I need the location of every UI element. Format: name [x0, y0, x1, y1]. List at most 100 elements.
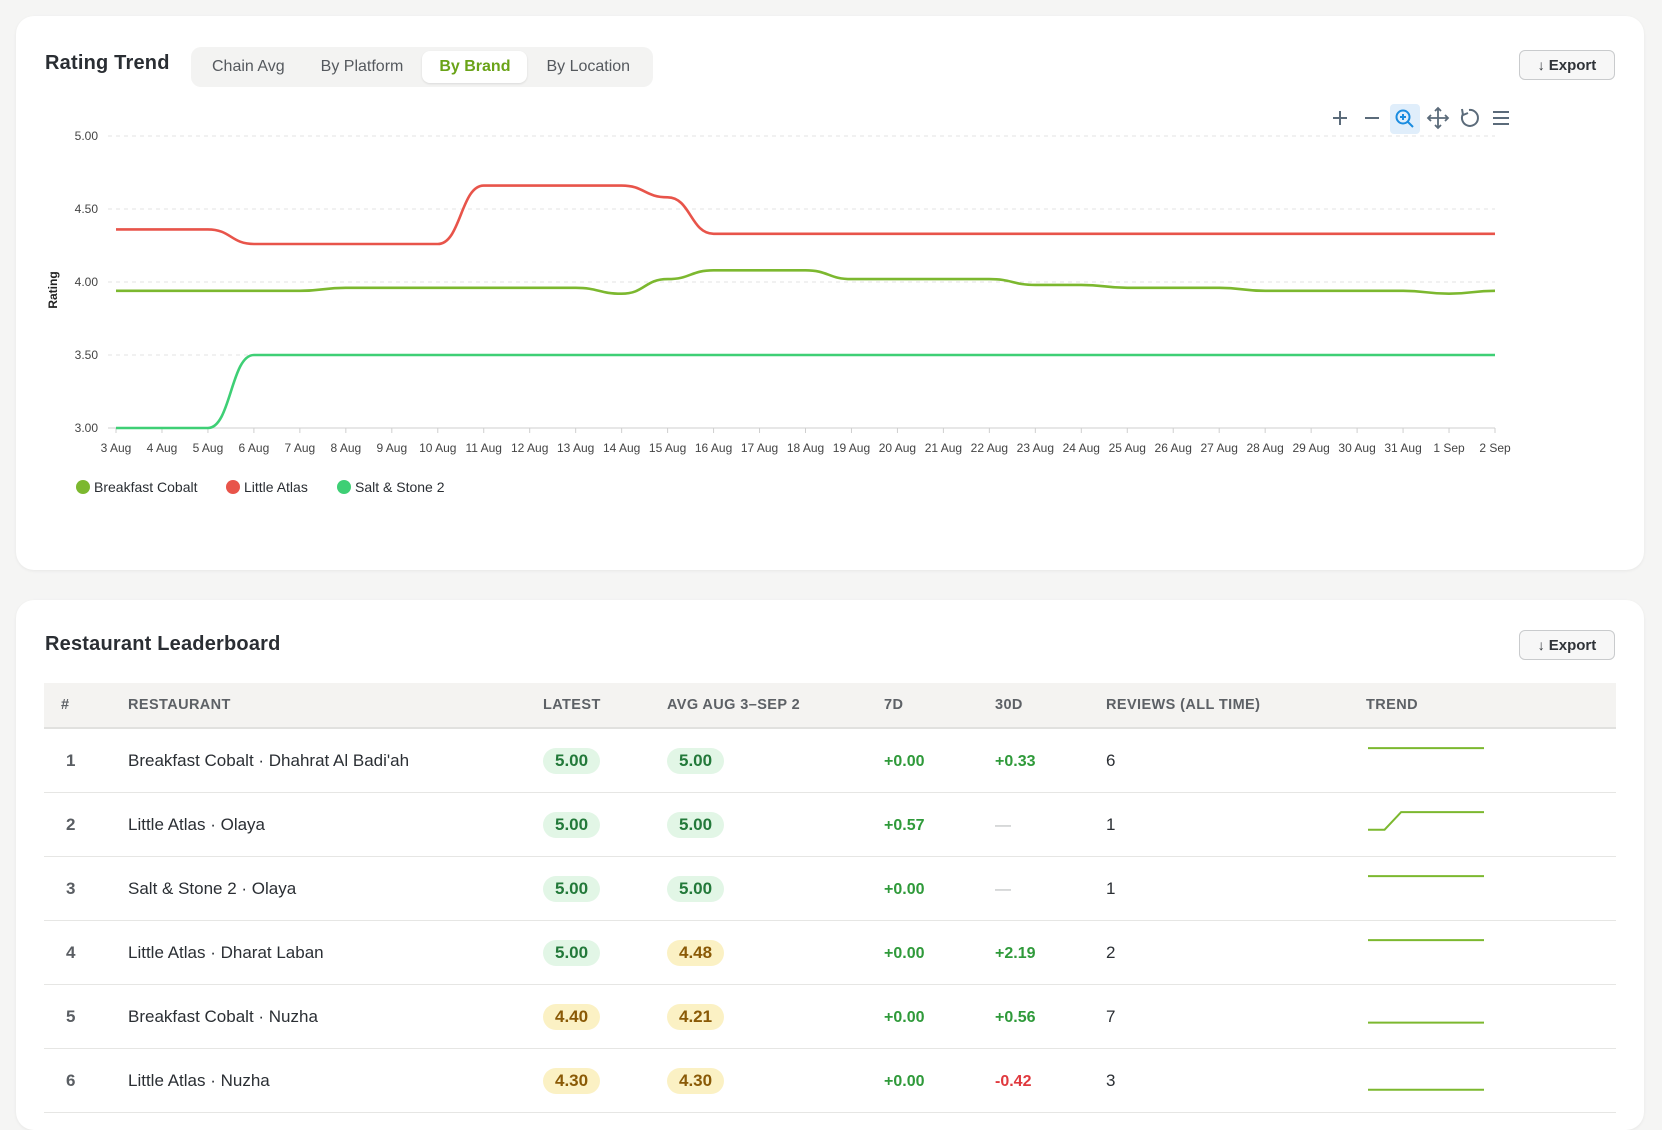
- delta-30d-cell: —: [995, 856, 1106, 921]
- x-tick-label: 3 Aug: [101, 441, 132, 455]
- latest-cell: 5.00: [543, 792, 667, 857]
- x-tick-label: 24 Aug: [1063, 441, 1100, 455]
- trend-cell: [1366, 856, 1616, 921]
- avg-cell: 5.00: [667, 856, 884, 921]
- col-7d[interactable]: 7D: [884, 683, 995, 729]
- legend-item[interactable]: Little Atlas: [226, 479, 308, 495]
- y-tick-label: 5.00: [75, 129, 99, 143]
- col-rank[interactable]: #: [44, 683, 128, 729]
- menu-icon[interactable]: [1488, 104, 1516, 132]
- series-line-2[interactable]: [116, 353, 1495, 430]
- legend-item[interactable]: Salt & Stone 2: [337, 479, 445, 495]
- restaurant-name[interactable]: Breakfast Cobalt · Nuzha: [128, 984, 543, 1049]
- restaurant-name[interactable]: Little Atlas · Olaya: [128, 792, 543, 857]
- zoom-in-icon[interactable]: [1326, 104, 1354, 132]
- x-tick-label: 28 Aug: [1246, 441, 1283, 455]
- table-row[interactable]: 3 Salt & Stone 2 · Olaya 5.00 5.00 +0.00—1: [44, 856, 1616, 921]
- leaderboard-export-button[interactable]: ↓ Export: [1519, 630, 1615, 660]
- restaurant-name[interactable]: Little Atlas · Dharat Laban: [128, 920, 543, 985]
- x-tick-label: 18 Aug: [787, 441, 824, 455]
- x-tick-label: 1 Sep: [1433, 441, 1465, 455]
- delta-7d-cell: +0.00: [884, 728, 995, 793]
- latest-rating-badge: 5.00: [543, 939, 601, 966]
- x-tick-label: 10 Aug: [419, 441, 456, 455]
- reviews-count: 6: [1106, 728, 1366, 793]
- restaurant-name[interactable]: Breakfast Cobalt · Dhahrat Al Badi'ah: [128, 728, 543, 793]
- avg-rating-badge: 5.00: [667, 747, 725, 774]
- restaurant-name[interactable]: Little Atlas · Nuzha: [128, 1048, 543, 1113]
- trend-cell: [1366, 728, 1616, 793]
- avg-cell: 4.21: [667, 984, 884, 1049]
- x-tick-label: 26 Aug: [1155, 441, 1192, 455]
- latest-cell: 4.30: [543, 1048, 667, 1113]
- trend-sparkline: [1368, 1088, 1484, 1091]
- avg-cell: 4.48: [667, 920, 884, 985]
- trend-sparkline: [1368, 874, 1484, 877]
- table-row[interactable]: 1 Breakfast Cobalt · Dhahrat Al Badi'ah 5.…: [44, 728, 1616, 793]
- x-tick-label: 9 Aug: [376, 441, 407, 455]
- table-row[interactable]: 6 Little Atlas · Nuzha 4.30 4.30 +0.00 -0.42 3: [44, 1048, 1616, 1113]
- x-tick-label: 20 Aug: [879, 441, 916, 455]
- x-tick-label: 31 Aug: [1384, 441, 1421, 455]
- chart-grid: [108, 135, 1495, 429]
- avg-rating-badge: 4.30: [667, 1067, 725, 1094]
- reviews-count: 7: [1106, 984, 1366, 1049]
- x-tick-label: 21 Aug: [925, 441, 962, 455]
- x-tick-label: 11 Aug: [465, 441, 501, 455]
- legend-label: Salt & Stone 2: [355, 479, 445, 495]
- legend-marker: [226, 480, 240, 494]
- x-tick-label: 27 Aug: [1201, 441, 1238, 455]
- trend-sparkline: [1368, 938, 1484, 941]
- avg-rating-badge: 5.00: [667, 811, 725, 838]
- rank-cell: 3: [44, 856, 128, 921]
- delta-7d-cell: +0.00: [884, 920, 995, 985]
- delta-7d-cell: +0.00: [884, 1048, 995, 1113]
- x-tick-label: 30 Aug: [1338, 441, 1375, 455]
- trend-sparkline: [1368, 746, 1484, 749]
- y-tick-label: 3.50: [75, 348, 99, 362]
- x-tick-label: 23 Aug: [1017, 441, 1054, 455]
- leaderboard-card: Restaurant Leaderboard ↓ Export # RESTAU…: [16, 600, 1644, 1130]
- legend-marker: [76, 480, 90, 494]
- series-line-1[interactable]: [116, 184, 1495, 246]
- rating-trend-card: Rating Trend Chain Avg By Platform By Br…: [16, 16, 1644, 570]
- reset-icon[interactable]: [1456, 104, 1484, 132]
- selection-zoom-icon[interactable]: [1390, 104, 1420, 134]
- x-tick-label: 29 Aug: [1292, 441, 1329, 455]
- delta-30d-cell: +0.56: [995, 984, 1106, 1049]
- x-tick-label: 4 Aug: [147, 441, 178, 455]
- table-row[interactable]: 5 Breakfast Cobalt · Nuzha 4.40 4.21 +0.00 +0…: [44, 984, 1616, 1049]
- chart-legend: Breakfast Cobalt Little Atlas Salt & Stone…: [76, 479, 445, 495]
- table-row[interactable]: 2 Little Atlas · Olaya 5.00 5.00 +0.57—1: [44, 792, 1616, 857]
- latest-rating-badge: 4.30: [543, 1067, 601, 1094]
- delta-30d: +0.56: [995, 1008, 1036, 1026]
- zoom-out-icon[interactable]: [1358, 104, 1386, 132]
- reviews-count: 1: [1106, 856, 1366, 921]
- x-tick-label: 19 Aug: [833, 441, 870, 455]
- trend-sparkline: [1368, 1021, 1484, 1024]
- col-latest[interactable]: LATEST: [543, 683, 667, 729]
- legend-item[interactable]: Breakfast Cobalt: [76, 479, 198, 495]
- avg-cell: 4.30: [667, 1048, 884, 1113]
- restaurant-name[interactable]: Salt & Stone 2 · Olaya: [128, 856, 543, 921]
- delta-30d-cell: +0.33: [995, 728, 1106, 793]
- col-avg[interactable]: AVG AUG 3–SEP 2: [667, 683, 884, 729]
- x-tick-label: 8 Aug: [330, 441, 361, 455]
- delta-30d-cell: -0.42: [995, 1048, 1106, 1113]
- rank-cell: 6: [44, 1048, 128, 1113]
- table-row[interactable]: 4 Little Atlas · Dharat Laban 5.00 4.48 +0.0…: [44, 920, 1616, 985]
- delta-7d-cell: +0.57: [884, 792, 995, 857]
- col-trend[interactable]: TREND: [1366, 683, 1616, 729]
- delta-7d: +0.00: [884, 1008, 925, 1026]
- col-30d[interactable]: 30D: [995, 683, 1106, 729]
- x-tick-label: 14 Aug: [603, 441, 640, 455]
- pan-icon[interactable]: [1424, 104, 1452, 132]
- col-reviews[interactable]: REVIEWS (ALL TIME): [1106, 683, 1366, 729]
- rank-cell: 2: [44, 792, 128, 857]
- trend-cell: [1366, 792, 1616, 857]
- delta-30d-cell: —: [995, 792, 1106, 857]
- col-restaurant[interactable]: RESTAURANT: [128, 683, 543, 729]
- trend-cell: [1366, 920, 1616, 985]
- x-tick-label: 5 Aug: [193, 441, 224, 455]
- avg-cell: 5.00: [667, 792, 884, 857]
